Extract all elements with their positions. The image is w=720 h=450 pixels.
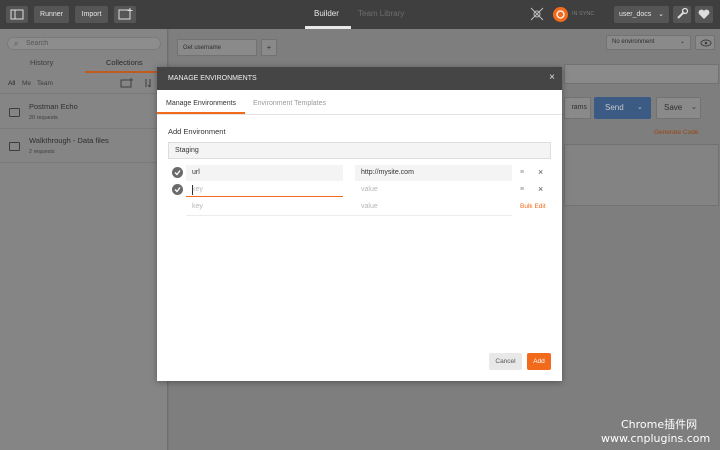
- tab-environment-templates[interactable]: Environment Templates: [253, 100, 326, 107]
- modal-title: MANAGE ENVIRONMENTS: [168, 75, 257, 82]
- request-tab[interactable]: Get username: [177, 39, 257, 56]
- save-button[interactable]: Save ⌄: [656, 97, 701, 119]
- favorite-button[interactable]: [695, 6, 713, 23]
- modal-header: MANAGE ENVIRONMENTS ×: [157, 67, 562, 90]
- chevron-down-icon: ⌄: [637, 104, 643, 111]
- request-body-area: [564, 144, 719, 206]
- sync-status-icon[interactable]: [553, 7, 568, 22]
- sidebar-toggle-icon: [10, 9, 24, 20]
- generate-code-link[interactable]: Generate Code: [654, 129, 698, 136]
- user-label: user_docs: [619, 11, 652, 18]
- sync-status-label: IN SYNC: [572, 11, 595, 17]
- top-bar: Runner Import Builder Team Library IN SY…: [0, 0, 720, 29]
- text-cursor: [192, 185, 193, 195]
- filter-team[interactable]: Team: [37, 80, 53, 87]
- interceptor-button[interactable]: [530, 7, 544, 21]
- new-window-icon: [118, 8, 133, 20]
- environment-select[interactable]: No environment ⌄: [606, 35, 691, 50]
- chevron-down-icon: ⌄: [679, 39, 685, 45]
- bulk-edit-link[interactable]: Bulk Edit: [520, 203, 546, 210]
- filter-all[interactable]: All: [8, 80, 15, 87]
- row-divider: [186, 215, 512, 216]
- sort-icon: [145, 79, 151, 88]
- variable-row: url http://mysite.com ≡ ×: [168, 165, 552, 181]
- folder-icon: [9, 142, 20, 151]
- collection-name: Walkthrough - Data files: [29, 136, 109, 145]
- eye-icon: [700, 39, 712, 47]
- close-icon[interactable]: ×: [549, 72, 555, 84]
- collection-name: Postman Echo: [29, 102, 78, 111]
- watermark-title: Chrome插件网: [621, 418, 698, 431]
- add-environment-heading: Add Environment: [168, 127, 226, 136]
- variable-row: key value ≡ ×: [168, 182, 552, 198]
- collections-tab-underline: [85, 71, 168, 73]
- url-input[interactable]: [564, 64, 719, 84]
- tab-team-library[interactable]: Team Library: [358, 9, 404, 18]
- variable-value-input[interactable]: value: [355, 199, 512, 215]
- search-placeholder: Search: [26, 40, 49, 47]
- variable-key-input[interactable]: key: [186, 199, 343, 215]
- tab-history[interactable]: History: [30, 58, 53, 67]
- collection-request-count: 2 requests: [29, 149, 55, 155]
- save-label: Save: [664, 103, 683, 112]
- chevron-down-icon: ⌄: [691, 104, 697, 111]
- heart-icon: [698, 9, 710, 19]
- sidebar-toggle-button[interactable]: [6, 6, 28, 23]
- sidebar: ⌕ Search History Collections All Me Team…: [0, 29, 168, 450]
- environment-quick-look-button[interactable]: [695, 35, 715, 50]
- tab-manage-environments[interactable]: Manage Environments: [166, 100, 236, 107]
- send-label: Send: [605, 103, 624, 112]
- search-icon: ⌕: [14, 39, 19, 48]
- environment-select-value: No environment: [612, 39, 655, 45]
- enable-checkbox[interactable]: [172, 184, 183, 195]
- variable-value-input[interactable]: value: [355, 182, 512, 198]
- variable-value-input[interactable]: http://mysite.com: [355, 165, 512, 181]
- satellite-icon: [530, 7, 544, 21]
- settings-button[interactable]: [673, 6, 691, 23]
- sort-button[interactable]: [143, 78, 153, 88]
- tab-collections[interactable]: Collections: [106, 58, 143, 67]
- send-button[interactable]: Send ⌄: [594, 97, 651, 119]
- chevron-down-icon: ⌄: [658, 11, 664, 18]
- tab-divider: [157, 114, 562, 115]
- collection-request-count: 20 requests: [29, 115, 58, 121]
- runner-button[interactable]: Runner: [34, 6, 69, 23]
- folder-icon: [9, 108, 20, 117]
- environment-name-input[interactable]: Staging: [168, 142, 551, 159]
- drag-handle-icon[interactable]: ≡: [520, 168, 524, 178]
- tab-builder[interactable]: Builder: [314, 9, 339, 18]
- user-dropdown[interactable]: user_docs ⌄: [614, 6, 669, 23]
- delete-icon[interactable]: ×: [538, 184, 543, 195]
- new-collection-button[interactable]: [120, 78, 134, 88]
- search-input[interactable]: ⌕ Search: [7, 37, 161, 50]
- import-button[interactable]: Import: [75, 6, 108, 23]
- collection-item[interactable]: Postman Echo 20 requests: [0, 95, 167, 129]
- add-folder-icon: [120, 78, 133, 88]
- manage-environments-modal: MANAGE ENVIRONMENTS × Manage Environment…: [157, 67, 562, 381]
- delete-icon[interactable]: ×: [538, 167, 543, 178]
- watermark-url: www.cnplugins.com: [601, 432, 711, 445]
- wrench-icon: [677, 7, 689, 19]
- new-tab-button[interactable]: [114, 6, 136, 23]
- cancel-button[interactable]: Cancel: [489, 353, 522, 370]
- enable-checkbox[interactable]: [172, 167, 183, 178]
- check-icon: [174, 170, 181, 176]
- variable-key-input[interactable]: url: [186, 165, 343, 181]
- variable-row: key value Bulk Edit: [168, 199, 552, 216]
- divider: [0, 93, 167, 94]
- add-tab-button[interactable]: +: [261, 39, 277, 56]
- check-icon: [174, 187, 181, 193]
- params-button[interactable]: rams: [564, 97, 591, 119]
- collection-item[interactable]: Walkthrough - Data files 2 requests: [0, 129, 167, 163]
- focus-underline: [186, 196, 343, 197]
- add-button[interactable]: Add: [527, 353, 551, 370]
- drag-handle-icon[interactable]: ≡: [520, 185, 524, 195]
- filter-me[interactable]: Me: [22, 80, 31, 87]
